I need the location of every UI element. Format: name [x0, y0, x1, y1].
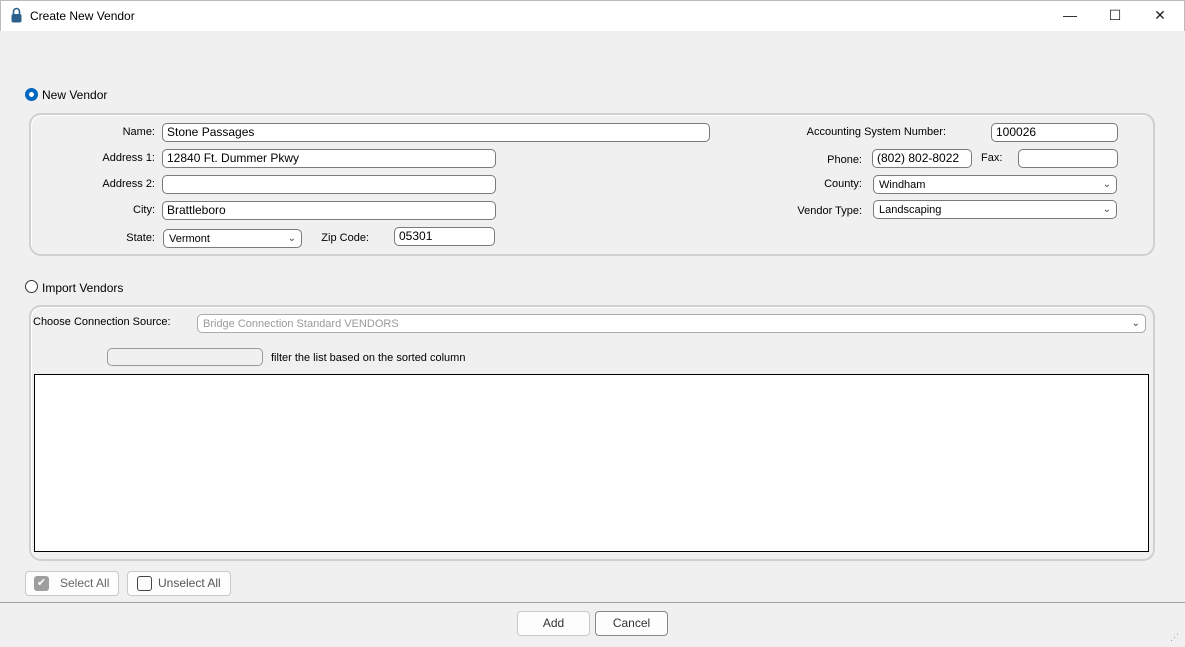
- minimize-button[interactable]: —: [1055, 4, 1085, 26]
- import-vendors-label: Import Vendors: [42, 281, 124, 295]
- unselect-all-label: Unselect All: [158, 576, 221, 590]
- unselect-all-button[interactable]: Unselect All: [127, 571, 231, 596]
- state-select[interactable]: Vermont ⌄: [163, 229, 302, 248]
- fax-label: Fax:: [981, 152, 1003, 164]
- chevron-down-icon: ⌄: [1131, 318, 1140, 329]
- address2-label: Address 2:: [102, 178, 155, 190]
- add-button[interactable]: Add: [517, 611, 590, 636]
- vendor-type-select[interactable]: Landscaping ⌄: [873, 200, 1117, 219]
- source-label: Choose Connection Source:: [33, 316, 171, 328]
- acct-input[interactable]: 100026: [991, 123, 1118, 142]
- vendor-type-value: Landscaping: [879, 204, 942, 216]
- unchecked-checkbox-icon: [137, 576, 152, 591]
- city-input[interactable]: Brattleboro: [162, 201, 496, 220]
- import-vendors-radio[interactable]: [25, 280, 38, 293]
- chevron-down-icon: ⌄: [1102, 204, 1111, 215]
- chevron-down-icon: ⌄: [1102, 179, 1111, 190]
- address2-input[interactable]: [162, 175, 496, 194]
- county-label: County:: [824, 178, 862, 190]
- city-label: City:: [133, 204, 155, 216]
- name-input[interactable]: Stone Passages: [162, 123, 710, 142]
- phone-label: Phone:: [827, 154, 862, 166]
- filter-hint: filter the list based on the sorted colu…: [271, 352, 466, 364]
- source-select[interactable]: Bridge Connection Standard VENDORS ⌄: [197, 314, 1146, 333]
- cancel-button[interactable]: Cancel: [595, 611, 668, 636]
- divider: [0, 602, 1185, 603]
- select-all-button[interactable]: ✔ Select All: [25, 571, 119, 596]
- chevron-down-icon: ⌄: [287, 233, 296, 244]
- zip-label: Zip Code:: [321, 232, 369, 244]
- new-vendor-radio[interactable]: [25, 88, 38, 101]
- state-value: Vermont: [169, 233, 210, 245]
- county-select[interactable]: Windham ⌄: [873, 175, 1117, 194]
- window-title: Create New Vendor: [30, 9, 135, 23]
- address1-input[interactable]: 12840 Ft. Dummer Pkwy: [162, 149, 496, 168]
- source-value: Bridge Connection Standard VENDORS: [203, 318, 399, 330]
- close-button[interactable]: ✕: [1145, 4, 1175, 26]
- vendor-list[interactable]: [34, 374, 1149, 552]
- lock-icon: [11, 7, 22, 23]
- filter-input[interactable]: [107, 348, 263, 366]
- phone-input[interactable]: (802) 802-8022: [872, 149, 972, 168]
- vendor-type-label: Vendor Type:: [797, 205, 862, 217]
- zip-input[interactable]: 05301: [394, 227, 495, 246]
- title-bar: [0, 0, 1185, 31]
- name-label: Name:: [122, 126, 155, 138]
- resize-grip-icon[interactable]: ⋰: [1170, 632, 1179, 643]
- acct-label: Accounting System Number:: [806, 126, 946, 138]
- maximize-button[interactable]: ☐: [1100, 4, 1130, 26]
- checked-checkbox-icon: ✔: [34, 576, 49, 591]
- new-vendor-label: New Vendor: [42, 88, 108, 102]
- county-value: Windham: [879, 179, 926, 191]
- address1-label: Address 1:: [102, 152, 155, 164]
- select-all-label: Select All: [60, 576, 110, 590]
- fax-input[interactable]: [1018, 149, 1118, 168]
- state-label: State:: [126, 232, 155, 244]
